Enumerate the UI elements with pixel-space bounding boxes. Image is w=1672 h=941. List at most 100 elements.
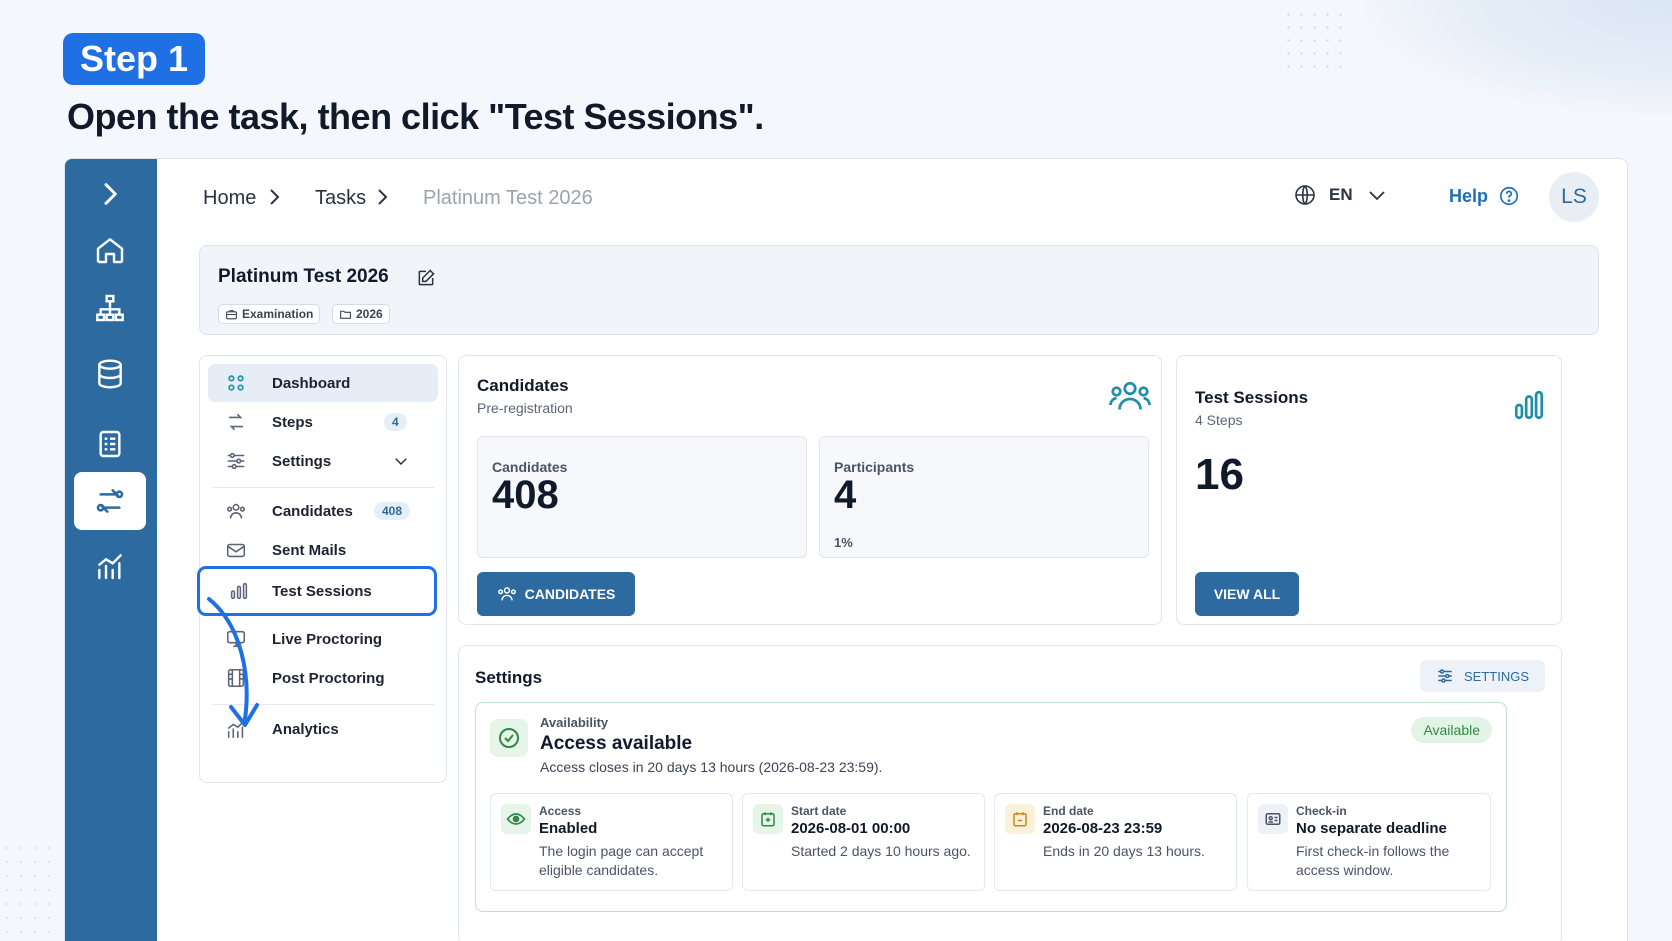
nav-steps-label: Steps [272,413,313,431]
candidates-count-badge: 408 [374,502,411,520]
users-icon [497,587,516,601]
settings-card: Settings SETTINGS Availability Access av… [458,645,1562,941]
test-sessions-card-subtitle: 4 Steps [1195,412,1243,428]
nav-settings[interactable]: Settings [208,442,438,480]
task-header-card: Platinum Test 2026 Examination 2026 [199,245,1599,335]
candidates-button-label: CANDIDATES [524,586,616,602]
chevron-down-icon [395,458,407,466]
chevron-right-icon [270,189,280,205]
access-icon-box [501,804,531,834]
participants-stat-value: 4 [834,473,857,517]
rail-hierarchy-button[interactable] [74,279,146,337]
start-date-label: Start date [791,804,847,818]
chevron-right-icon [104,183,117,205]
chevron-right-icon [378,189,388,205]
bar-chart-icon [1514,390,1544,420]
nav-post-proctoring-label: Post Proctoring [272,669,385,687]
availability-status-badge: Available [1411,717,1492,743]
database-icon [98,359,122,389]
rail-database-button[interactable] [74,345,146,403]
breadcrumb-home[interactable]: Home [203,187,256,210]
checklist-icon [99,430,121,458]
globe-icon [1295,185,1315,205]
calendar-plus-icon [761,812,775,827]
dashboard-icon [228,375,244,391]
step-badge: Step 1 [63,33,206,85]
chevron-down-icon [1368,191,1385,201]
availability-title: Access available [540,733,693,754]
breadcrumb-current: Platinum Test 2026 [423,187,593,209]
hierarchy-icon [96,294,124,322]
edit-icon[interactable] [416,268,436,288]
icon-rail [65,159,157,941]
test-sessions-card: Test Sessions 4 Steps 16 VIEW ALL [1176,355,1562,625]
help-label: Help [1449,185,1489,206]
check-in-value: No separate deadline [1296,820,1447,837]
participants-stat: Participants 4 1% [819,436,1149,558]
user-avatar[interactable]: LS [1549,172,1599,222]
start-date-icon-box [753,804,783,834]
candidates-card-subtitle: Pre-registration [477,400,573,416]
breadcrumb-tasks[interactable]: Tasks [315,187,366,210]
help-link[interactable]: Help [1449,185,1520,207]
candidates-card-title: Candidates [477,376,569,395]
settings-button-label: SETTINGS [1463,668,1529,684]
availability-status-icon [490,719,528,757]
rail-sessions-button[interactable] [74,472,146,530]
participants-percent: 1% [834,535,853,550]
pointer-arrow [207,597,259,727]
rail-analytics-button[interactable] [74,537,146,595]
view-all-button[interactable]: VIEW ALL [1195,572,1299,616]
tag-year-label: 2026 [356,307,383,321]
nav-candidates-label: Candidates [272,502,353,520]
nav-divider [212,487,434,488]
end-date-description: Ends in 20 days 13 hours. [1043,843,1205,859]
mail-icon [226,543,246,558]
view-all-button-label: VIEW ALL [1213,586,1281,602]
tag-type: Examination [218,304,321,324]
nav-dashboard[interactable]: Dashboard [208,364,438,402]
access-description: The login page can accept eligible candi… [539,843,704,878]
steps-icon [228,413,244,431]
availability-label: Availability [540,715,609,730]
end-date-icon-box [1005,804,1035,834]
users-icon [1109,381,1151,410]
rail-checklist-button[interactable] [74,415,146,473]
nav-settings-label: Settings [272,452,332,470]
access-label: Access [539,804,582,818]
sliders-icon [1438,669,1452,683]
eye-icon [506,813,526,825]
sessions-icon [96,489,124,513]
end-date-detail: End date 2026-08-23 23:59 Ends in 20 day… [994,793,1237,891]
test-sessions-card-title: Test Sessions [1195,388,1309,407]
nav-test-sessions-label: Test Sessions [272,582,372,600]
availability-panel: Availability Access available Access clo… [475,702,1507,912]
check-in-detail: Check-in No separate deadline First chec… [1247,793,1491,891]
nav-candidates[interactable]: Candidates 408 [208,492,438,530]
steps-count-badge: 4 [384,413,407,431]
end-date-label: End date [1043,804,1094,818]
availability-description: Access closes in 20 days 13 hours (2026-… [540,759,883,775]
nav-analytics-label: Analytics [272,720,339,738]
tag-type-label: Examination [242,307,314,321]
nav-steps[interactable]: Steps 4 [208,403,438,441]
settings-button[interactable]: SETTINGS [1419,660,1545,692]
decor-dots-left [0,841,50,941]
briefcase-icon [226,309,237,319]
users-icon [226,503,246,519]
candidates-card: Candidates Pre-registration Candidates 4… [458,355,1162,625]
task-title: Platinum Test 2026 [218,266,389,287]
nav-sent-mails[interactable]: Sent Mails [208,531,438,569]
language-selector[interactable]: EN [1293,183,1389,207]
start-date-description: Started 2 days 10 hours ago. [791,843,971,859]
expand-rail-button[interactable] [74,165,146,223]
decor-dots [1282,8,1342,78]
nav-dashboard-label: Dashboard [272,374,351,392]
instruction-text: Open the task, then click "Test Sessions… [67,96,764,137]
calendar-icon [1013,812,1027,827]
candidates-stat-value: 408 [492,473,559,517]
candidates-button[interactable]: CANDIDATES [477,572,635,616]
app-window: Home Tasks Platinum Test 2026 EN Help LS… [64,158,1628,941]
rail-home-button[interactable] [74,221,146,279]
home-icon [96,238,124,264]
